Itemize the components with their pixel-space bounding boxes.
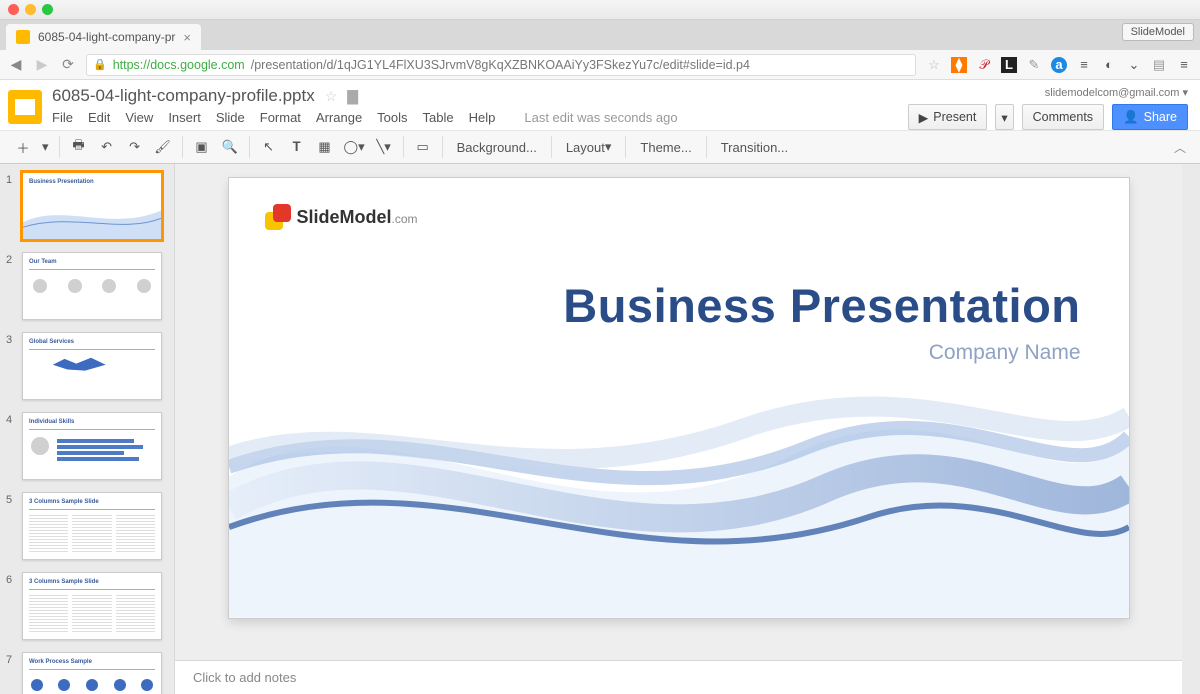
canvas-scroll[interactable]: SlideModel.com Business Presentation Com… (175, 164, 1182, 660)
slide-headline[interactable]: Business Presentation Company Name (563, 278, 1080, 365)
workspace: 1 Business Presentation 2 Our Team 3 Glo… (0, 164, 1200, 694)
chrome-menu-icon[interactable]: ≡ (1176, 57, 1192, 73)
menu-bar: File Edit View Insert Slide Format Arran… (52, 110, 908, 125)
extension-badge[interactable]: SlideModel (1122, 23, 1194, 41)
bookmark-star-icon[interactable]: ☆ (926, 57, 942, 73)
url-path: /presentation/d/1qJG1YL4FlXU3SJrvmV8gKqX… (251, 58, 750, 72)
slide-thumb-3[interactable]: Global Services (22, 332, 162, 400)
tab-title: 6085-04-light-company-pr (38, 30, 175, 44)
ext-buffer-icon[interactable]: ≡ (1076, 57, 1092, 73)
layout-button[interactable]: Layout ▾ (558, 134, 620, 160)
zoom-icon[interactable]: 🔍 (217, 134, 243, 160)
play-icon: ▶ (919, 110, 929, 125)
theme-button[interactable]: Theme... (632, 134, 699, 160)
url-host: https://docs.google.com (113, 58, 245, 72)
ext-l-icon[interactable]: L (1001, 57, 1017, 73)
slide-canvas[interactable]: SlideModel.com Business Presentation Com… (229, 178, 1129, 618)
ext-github-icon[interactable]: ◐ (1101, 57, 1117, 73)
slide-thumb-6[interactable]: 3 Columns Sample Slide (22, 572, 162, 640)
ext-analytics-icon[interactable]: ⧫ (951, 57, 967, 73)
browser-tabstrip: 6085-04-light-company-pr × SlideModel (0, 20, 1200, 50)
window-close-icon[interactable] (8, 4, 19, 15)
right-gutter (1182, 164, 1200, 694)
transition-button[interactable]: Transition... (713, 134, 796, 160)
user-email[interactable]: slidemodelcom@gmail.com ▾ (1045, 86, 1188, 99)
comment-icon[interactable]: ▭ (410, 134, 436, 160)
url-input[interactable]: 🔒 https://docs.google.com/presentation/d… (86, 54, 916, 76)
last-edit-label: Last edit was seconds ago (524, 110, 677, 125)
menu-slide[interactable]: Slide (216, 110, 245, 125)
slides-logo-icon[interactable] (8, 90, 42, 124)
slide-thumb-4[interactable]: Individual Skills (22, 412, 162, 480)
browser-extension-icons: ☆ ⧫ 𝒫 L ✎ a ≡ ◐ ⌄ ▤ ≡ (926, 57, 1192, 73)
menu-edit[interactable]: Edit (88, 110, 110, 125)
ext-wand-icon[interactable]: ✎ (1026, 57, 1042, 73)
google-slides-app: 6085-04-light-company-profile.pptx ☆ ▇ F… (0, 80, 1200, 694)
new-slide-button[interactable]: ＋ (10, 134, 36, 160)
browser-tab[interactable]: 6085-04-light-company-pr × (6, 24, 201, 50)
background-wave-graphic (229, 336, 1129, 618)
undo-icon[interactable]: ↶ (94, 134, 120, 160)
slides-favicon-icon (16, 30, 30, 44)
slide-thumb-7[interactable]: Work Process Sample (22, 652, 162, 694)
toolbar: ＋ ▾ 🖶 ↶ ↷ 🖌 ▣ 🔍 ↖ 𝐓 ▦ ◯▾ ╲▾ ▭ Background… (0, 130, 1200, 164)
menu-help[interactable]: Help (469, 110, 496, 125)
ext-page-icon[interactable]: ▤ (1151, 57, 1167, 73)
thumb-number: 1 (6, 172, 18, 186)
window-zoom-icon[interactable] (42, 4, 53, 15)
present-dropdown[interactable]: ▾ (995, 104, 1013, 130)
paint-format-icon[interactable]: 🖌 (150, 134, 176, 160)
share-button[interactable]: 👤Share (1112, 104, 1188, 130)
slidemodel-logo: SlideModel.com (265, 204, 418, 230)
nav-forward-icon[interactable]: ▶ (34, 57, 50, 73)
slide-thumb-5[interactable]: 3 Columns Sample Slide (22, 492, 162, 560)
redo-icon[interactable]: ↷ (122, 134, 148, 160)
menu-arrange[interactable]: Arrange (316, 110, 362, 125)
shape-icon[interactable]: ◯▾ (340, 134, 369, 160)
person-icon: 👤 (1123, 110, 1139, 125)
ext-pinterest-icon[interactable]: 𝒫 (976, 57, 992, 73)
ext-a-icon[interactable]: a (1051, 57, 1067, 73)
doc-header: 6085-04-light-company-profile.pptx ☆ ▇ F… (0, 80, 1200, 130)
logo-mark-icon (265, 204, 291, 230)
speaker-notes-input[interactable]: Click to add notes (175, 660, 1182, 694)
menu-tools[interactable]: Tools (377, 110, 407, 125)
browser-addressbar: ◀ ▶ ⟳ 🔒 https://docs.google.com/presenta… (0, 50, 1200, 80)
background-button[interactable]: Background... (449, 134, 545, 160)
slide-filmstrip[interactable]: 1 Business Presentation 2 Our Team 3 Glo… (0, 164, 175, 694)
print-icon[interactable]: 🖶 (66, 134, 92, 160)
comments-button[interactable]: Comments (1022, 104, 1104, 130)
tab-close-icon[interactable]: × (183, 30, 191, 45)
slide-subtitle: Company Name (563, 341, 1080, 365)
line-icon[interactable]: ╲▾ (371, 134, 397, 160)
menu-format[interactable]: Format (260, 110, 301, 125)
lock-icon: 🔒 (93, 58, 107, 71)
canvas-area: SlideModel.com Business Presentation Com… (175, 164, 1182, 694)
slide-thumb-2[interactable]: Our Team (22, 252, 162, 320)
nav-back-icon[interactable]: ◀ (8, 57, 24, 73)
window-minimize-icon[interactable] (25, 4, 36, 15)
menu-view[interactable]: View (125, 110, 153, 125)
slide-thumb-1[interactable]: Business Presentation (22, 172, 162, 240)
zoom-fit-icon[interactable]: ▣ (189, 134, 215, 160)
folder-icon[interactable]: ▇ (347, 88, 358, 105)
menu-insert[interactable]: Insert (168, 110, 201, 125)
nav-reload-icon[interactable]: ⟳ (60, 57, 76, 73)
image-icon[interactable]: ▦ (312, 134, 338, 160)
ext-pocket-icon[interactable]: ⌄ (1126, 57, 1142, 73)
select-tool-icon[interactable]: ↖ (256, 134, 282, 160)
new-slide-dropdown[interactable]: ▾ (38, 134, 53, 160)
menu-file[interactable]: File (52, 110, 73, 125)
slide-title: Business Presentation (563, 278, 1080, 333)
collapse-toolbar-icon[interactable]: ︿ (1174, 139, 1186, 156)
menu-table[interactable]: Table (423, 110, 454, 125)
star-icon[interactable]: ☆ (325, 88, 338, 105)
doc-title[interactable]: 6085-04-light-company-profile.pptx (52, 86, 315, 106)
present-button[interactable]: ▶Present (908, 104, 988, 130)
mac-titlebar (0, 0, 1200, 20)
textbox-icon[interactable]: 𝐓 (284, 134, 310, 160)
